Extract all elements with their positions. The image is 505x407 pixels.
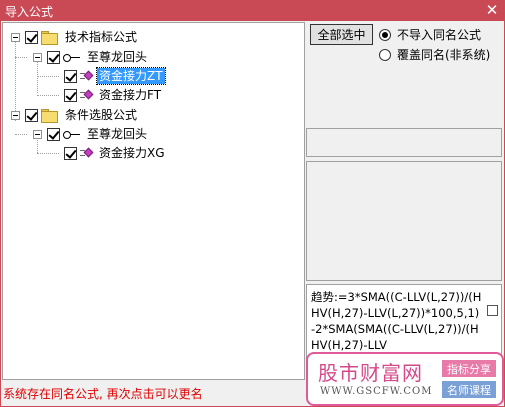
- dialog-body: 技术指标公式 至尊龙回头 资金接力ZT 资金接力FT 条件选股公式 至尊龙回头 …: [0, 21, 505, 407]
- collapse-toggle-icon[interactable]: [11, 32, 20, 42]
- tree-node-label: 技术指标公式: [65, 30, 138, 44]
- tree-node-author[interactable]: 至尊龙回头: [33, 125, 149, 143]
- radio-button[interactable]: [379, 48, 391, 61]
- tree-connector: [15, 134, 27, 135]
- key-icon: [63, 129, 81, 139]
- formula-source-text: 趋势:=3*SMA((C-LLV(L,27))/(HHV(H,27)-LLV(L…: [311, 290, 482, 352]
- title-bar: 导入公式 ✕: [0, 0, 505, 21]
- tree-node-label: 资金接力XG: [99, 146, 165, 160]
- tree-checkbox[interactable]: [25, 108, 38, 122]
- tree-checkbox[interactable]: [47, 50, 60, 64]
- radio-button[interactable]: [379, 28, 391, 41]
- tree-checkbox[interactable]: [47, 127, 60, 141]
- formula-tree[interactable]: 技术指标公式 至尊龙回头 资金接力ZT 资金接力FT 条件选股公式 至尊龙回头 …: [2, 22, 305, 380]
- tree-connector: [37, 153, 59, 154]
- tree-node-author[interactable]: 至尊龙回头: [33, 48, 149, 66]
- tree-node-label: 至尊龙回头: [87, 50, 148, 64]
- tree-connector: [15, 57, 27, 58]
- tree-connector: [37, 76, 59, 77]
- option-skip-same-name[interactable]: 不导入同名公式: [379, 26, 481, 43]
- formula-icon: [80, 147, 94, 159]
- formula-checkbox[interactable]: [487, 305, 498, 316]
- tree-node-formula[interactable]: 资金接力ZT: [64, 67, 166, 85]
- folder-icon: [41, 109, 58, 123]
- tree-node-indicator-group[interactable]: 技术指标公式: [11, 28, 139, 46]
- watermark-tag: 指标分享: [442, 360, 496, 377]
- tree-node-label: 资金接力FT: [99, 88, 162, 102]
- status-message: 系统存在同名公式, 再次点击可以更名: [3, 387, 203, 401]
- collapse-toggle-icon[interactable]: [33, 52, 42, 62]
- tree-node-screener-group[interactable]: 条件选股公式: [11, 106, 139, 124]
- option-label: 覆盖同名(非系统): [397, 48, 491, 62]
- tree-node-label: 条件选股公式: [65, 108, 138, 122]
- select-all-button[interactable]: 全部选中: [310, 24, 373, 45]
- tree-node-formula[interactable]: 资金接力XG: [64, 144, 167, 162]
- option-label: 不导入同名公式: [397, 28, 482, 42]
- tree-connector: [37, 95, 59, 96]
- tree-checkbox[interactable]: [64, 88, 77, 102]
- tree-node-label: 资金接力ZT: [96, 67, 166, 85]
- formula-icon: [80, 70, 94, 82]
- watermark-url: WWW.GSCFW.COM: [320, 386, 433, 397]
- close-icon[interactable]: ✕: [483, 1, 501, 19]
- option-overwrite-same-name[interactable]: 覆盖同名(非系统): [379, 46, 490, 63]
- tree-node-formula[interactable]: 资金接力FT: [64, 86, 163, 104]
- watermark-tag: 名师课程: [442, 381, 496, 398]
- watermark-logo: 股市财富网: [318, 361, 423, 385]
- window-title: 导入公式: [5, 5, 54, 19]
- key-icon: [63, 52, 81, 62]
- collapse-toggle-icon[interactable]: [33, 129, 42, 139]
- folder-icon: [41, 31, 58, 45]
- formula-description-box: [306, 161, 502, 281]
- formula-icon: [80, 89, 94, 101]
- formula-info-box: [306, 128, 502, 157]
- tree-node-label: 至尊龙回头: [87, 127, 148, 141]
- tree-checkbox[interactable]: [64, 146, 77, 160]
- collapse-toggle-icon[interactable]: [11, 110, 20, 120]
- tree-checkbox[interactable]: [64, 69, 77, 83]
- tree-checkbox[interactable]: [25, 30, 38, 44]
- watermark-badge: 股市财富网 WWW.GSCFW.COM 指标分享 名师课程: [306, 352, 504, 406]
